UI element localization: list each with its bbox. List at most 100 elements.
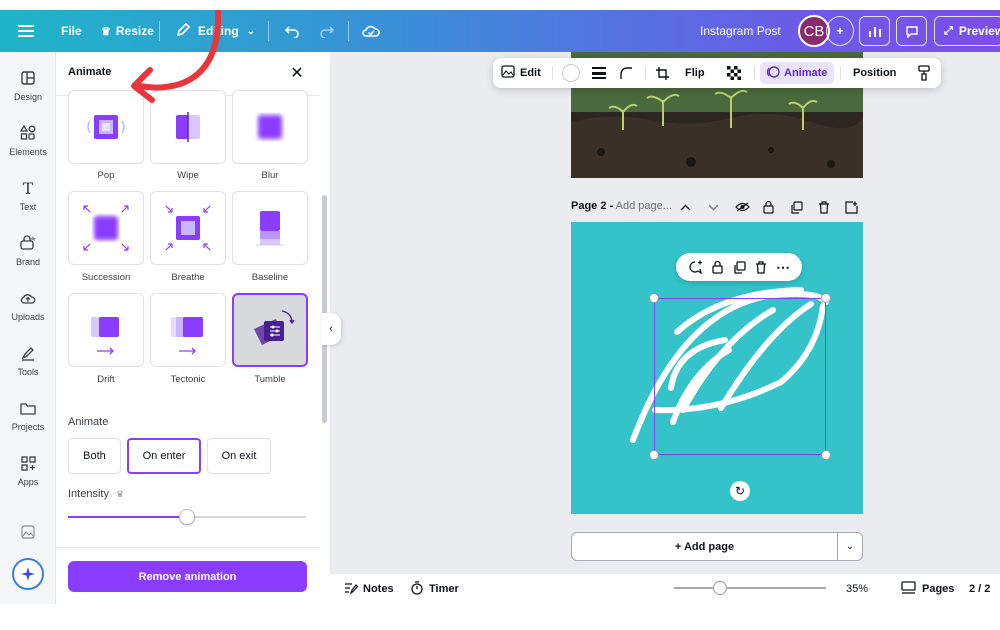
comment-icon[interactable] [896, 16, 927, 46]
rail-uploads[interactable]: Uploads [0, 288, 56, 336]
undo-icon[interactable] [284, 10, 300, 52]
projects-icon [18, 398, 38, 418]
comment-add-icon[interactable] [686, 258, 704, 276]
document-title[interactable]: Instagram Post [700, 10, 781, 52]
rail-brand[interactable]: Brand [0, 233, 56, 281]
mode-on-exit-button[interactable]: On exit [207, 438, 271, 474]
chevron-down-icon: ⌄ [246, 25, 256, 37]
remove-animation-button[interactable]: Remove animation [68, 561, 307, 592]
position-button[interactable]: Position [853, 58, 896, 88]
text-icon: T [22, 178, 34, 198]
intensity-label: Intensity ♛ [68, 488, 125, 500]
resize-handle[interactable] [649, 293, 659, 303]
timer-button[interactable]: Timer [410, 574, 459, 604]
divider [56, 547, 320, 548]
divider [754, 66, 755, 80]
rail-projects[interactable]: Projects [0, 398, 56, 446]
anim-card-drift[interactable] [68, 293, 144, 367]
magic-assistant-button[interactable] [0, 558, 56, 594]
app-frame: File ♛ Resize Editing ⌄ Instagram Post C… [0, 0, 1000, 630]
crown-icon: ♛ [116, 489, 125, 499]
anim-card-blur[interactable] [232, 90, 308, 164]
zoom-level[interactable]: 35% [846, 574, 868, 604]
anim-card-breathe[interactable] [150, 191, 226, 265]
divider [840, 66, 841, 80]
anim-label: Breathe [171, 272, 205, 283]
divider [552, 66, 553, 80]
menu-icon[interactable] [18, 10, 34, 52]
lock-page-icon[interactable] [763, 193, 774, 221]
notes-icon [344, 582, 359, 597]
notes-button[interactable]: Notes [344, 574, 394, 604]
rail-tools[interactable]: Tools [0, 343, 56, 391]
resize-handle[interactable] [821, 293, 831, 303]
mode-on-enter-button[interactable]: On enter [127, 438, 201, 474]
anim-card-succession[interactable] [68, 191, 144, 265]
rail-apps[interactable]: Apps [0, 453, 56, 501]
collapse-panel-button[interactable]: ‹ [321, 313, 341, 345]
chevron-down-icon[interactable]: ⌄ [838, 533, 862, 560]
rail-elements[interactable]: Elements [0, 123, 56, 171]
rotate-handle-icon[interactable]: ↻ [730, 481, 750, 501]
insights-icon[interactable] [859, 16, 890, 46]
border-weight-icon[interactable] [592, 58, 606, 88]
page-move-down-icon[interactable] [708, 193, 719, 221]
add-page-button[interactable]: + Add page [572, 533, 838, 560]
corner-rounding-icon[interactable] [619, 58, 633, 88]
intensity-slider-thumb[interactable] [179, 509, 195, 525]
elements-icon [18, 123, 38, 143]
anim-label: Wipe [177, 170, 199, 181]
pages-button[interactable]: Pages [901, 574, 954, 604]
more-options-icon[interactable]: ⋯ [774, 258, 792, 276]
intensity-slider-fill [68, 516, 187, 518]
apps-icon [18, 453, 38, 473]
zoom-slider-track[interactable] [674, 587, 826, 589]
animate-button[interactable]: Animate [766, 58, 827, 88]
preview-button[interactable]: ⤢ Preview [934, 16, 1000, 46]
animate-icon [766, 65, 780, 82]
hide-page-icon[interactable] [735, 193, 750, 221]
lock-icon[interactable] [708, 258, 726, 276]
element-mini-toolbar: ⋯ [676, 253, 802, 281]
rail-design[interactable]: Design [0, 68, 56, 116]
rail-text[interactable]: T Text [0, 178, 56, 226]
anim-label: Drift [97, 374, 115, 385]
add-collaborator-button[interactable]: + [826, 16, 854, 46]
edit-image-icon [501, 65, 515, 81]
duplicate-icon[interactable] [730, 258, 748, 276]
anim-label: Tectonic [170, 374, 206, 385]
copy-style-icon[interactable] [918, 58, 930, 88]
delete-page-icon[interactable] [818, 193, 830, 221]
anim-label: Pop [97, 170, 115, 181]
anim-card-baseline[interactable] [232, 191, 308, 265]
color-swatch[interactable] [562, 58, 580, 88]
zoom-slider-thumb[interactable] [712, 581, 727, 595]
trash-icon[interactable] [752, 258, 770, 276]
page-2-title[interactable]: Page 2 - Add page... [571, 200, 672, 212]
redo-icon[interactable] [319, 10, 335, 52]
image-icon [18, 522, 38, 542]
tools-icon [18, 343, 38, 363]
rail-image-app[interactable] [0, 522, 56, 546]
selection-box[interactable] [654, 298, 826, 455]
page-count[interactable]: 2 / 2 [969, 574, 990, 604]
edit-image-button[interactable]: Edit [501, 58, 541, 88]
panel-title: Animate [68, 66, 112, 78]
resize-handle[interactable] [821, 450, 831, 460]
panel-scrollbar[interactable] [322, 195, 327, 423]
add-page-button-group: + Add page ⌄ [571, 532, 863, 561]
close-icon[interactable]: ✕ [288, 64, 306, 82]
anim-card-tectonic[interactable] [150, 293, 226, 367]
flip-button[interactable]: Flip [685, 58, 705, 88]
file-menu[interactable]: File [61, 10, 82, 52]
duplicate-page-icon[interactable] [790, 193, 803, 221]
crop-icon[interactable] [655, 58, 670, 88]
anim-label: Succession [81, 272, 131, 283]
mode-both-button[interactable]: Both [68, 438, 121, 474]
page-move-up-icon[interactable] [680, 193, 691, 221]
anim-card-tumble[interactable] [232, 293, 308, 367]
add-page-icon[interactable] [845, 193, 858, 221]
resize-handle[interactable] [649, 450, 659, 460]
cloud-save-icon[interactable] [362, 10, 380, 52]
transparency-icon[interactable] [727, 58, 741, 88]
